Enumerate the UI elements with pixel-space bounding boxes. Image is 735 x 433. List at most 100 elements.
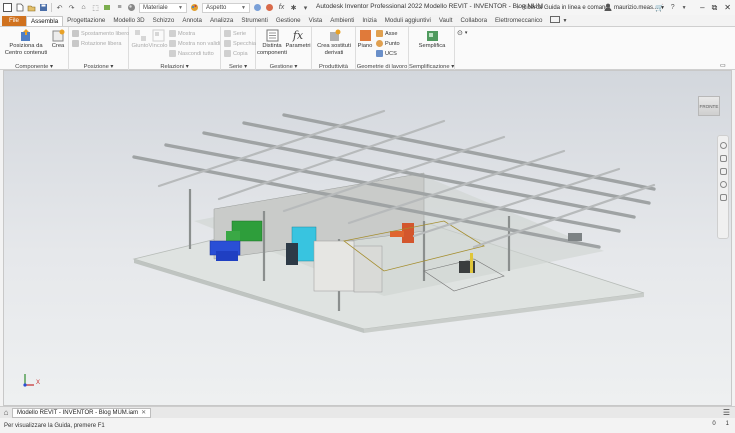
tab-inizia[interactable]: Inizia bbox=[358, 16, 380, 26]
tab-file[interactable]: File bbox=[2, 16, 26, 26]
point-icon bbox=[376, 40, 383, 47]
joint-label: Giunto bbox=[131, 43, 149, 49]
ucs-button[interactable]: UCS bbox=[376, 50, 397, 57]
parameters-button[interactable]: fx Parametri bbox=[285, 29, 310, 50]
tab-strumenti[interactable]: Strumenti bbox=[237, 16, 271, 26]
undo-icon[interactable]: ↶ bbox=[55, 3, 64, 12]
ribbon-options-button[interactable]: ⊙ ▾ bbox=[457, 29, 467, 37]
simplify-button[interactable]: Semplifica bbox=[415, 29, 449, 50]
tab-annota[interactable]: Annota bbox=[178, 16, 206, 26]
panel-componente: Posiziona da Centro contenuti Crea Compo… bbox=[0, 27, 69, 71]
tab-schizzo[interactable]: Schizzo bbox=[149, 16, 179, 26]
document-tab[interactable]: Modello REVIT - INVENTOR - Blog MUM.iam … bbox=[12, 407, 152, 418]
copy-label: Copia bbox=[233, 50, 248, 57]
app-menu-icon[interactable] bbox=[3, 3, 12, 12]
ribbon-collapse-button[interactable]: ▭ bbox=[720, 62, 726, 69]
ucs-icon bbox=[376, 50, 383, 57]
show-invalid-icon bbox=[169, 40, 176, 47]
tab-gestione[interactable]: Gestione bbox=[272, 16, 305, 26]
panel-produttivita: Crea sostituti derivati Produttività bbox=[312, 27, 356, 71]
status-bar: Per visualizzare la Guida, premere F1 0 … bbox=[0, 418, 735, 433]
free-move-button[interactable]: Spostamento libero bbox=[72, 30, 129, 37]
properties-icon[interactable]: ≡ bbox=[115, 3, 124, 12]
appearance-dropdown[interactable]: Aspetto ▼ bbox=[202, 2, 250, 13]
constraint-button[interactable]: Vincolo bbox=[149, 29, 167, 50]
show-invalid-label: Mostra non validi bbox=[178, 40, 221, 47]
ribbon-tabs: File Assembla Progettazione Modello 3D S… bbox=[0, 15, 735, 26]
menu-icon[interactable]: ☰ bbox=[723, 408, 730, 417]
orbit-icon[interactable] bbox=[719, 181, 727, 188]
appearance-icon bbox=[190, 3, 199, 12]
tab-collabora[interactable]: Collabora bbox=[457, 16, 491, 26]
clear-appearance-icon[interactable] bbox=[253, 3, 262, 12]
close-button[interactable]: ✕ bbox=[724, 3, 731, 12]
help-search-label: Ricerca Guida in linea e comandi bbox=[522, 4, 611, 11]
pan-icon[interactable] bbox=[719, 155, 727, 162]
update-icon[interactable] bbox=[103, 3, 112, 12]
material-dropdown[interactable]: Materiale ▼ bbox=[139, 2, 187, 13]
show-button[interactable]: Mostra bbox=[169, 30, 195, 37]
ribbon-options-icon: ⊙ bbox=[457, 30, 463, 37]
place-from-content-center-button[interactable]: Posiziona da Centro contenuti bbox=[4, 29, 48, 56]
home-icon[interactable]: ⌂ bbox=[79, 3, 88, 12]
pattern-button[interactable]: Serie bbox=[224, 30, 246, 37]
tab-assembla[interactable]: Assembla bbox=[25, 16, 64, 26]
tab-progettazione[interactable]: Progettazione bbox=[63, 16, 109, 26]
graphics-viewport[interactable]: FRONTE X bbox=[3, 70, 732, 406]
save-icon[interactable] bbox=[39, 3, 48, 12]
joint-button[interactable]: Giunto bbox=[131, 29, 149, 50]
quick-access-toolbar: ↶ ↷ ⌂ ⬚ ≡ Materiale ▼ Aspetto ▼ fx ✱ ▾ bbox=[0, 0, 310, 15]
tab-analizza[interactable]: Analizza bbox=[206, 16, 237, 26]
hide-all-icon bbox=[169, 50, 176, 57]
axis-button[interactable]: Asse bbox=[376, 30, 397, 37]
open-icon[interactable] bbox=[27, 3, 36, 12]
create-substitutes-button[interactable]: Crea sostituti derivati bbox=[314, 29, 354, 56]
settings-icon[interactable]: ✱ bbox=[289, 3, 298, 12]
free-rotate-button[interactable]: Rotazione libera bbox=[72, 40, 121, 47]
chevron-down-icon: ▼ bbox=[178, 4, 183, 11]
tab-elettromeccanico[interactable]: Elettromeccanico bbox=[491, 16, 546, 26]
plane-button[interactable]: Piano bbox=[357, 29, 373, 50]
mirror-button[interactable]: Specchia bbox=[224, 40, 256, 47]
tab-extra[interactable]: ▼ bbox=[546, 15, 571, 26]
panel-serie: Serie Specchia Copia Serie ▾ bbox=[221, 27, 256, 71]
viewcube[interactable]: FRONTE bbox=[698, 96, 720, 116]
cart-icon[interactable]: 🛒 bbox=[655, 4, 664, 12]
redo-icon[interactable]: ↷ bbox=[67, 3, 76, 12]
close-icon[interactable]: ✕ bbox=[141, 409, 146, 416]
copy-button[interactable]: Copia bbox=[224, 50, 248, 57]
hide-all-button[interactable]: Nascondi tutto bbox=[169, 50, 214, 57]
full-navigation-wheel-icon[interactable] bbox=[719, 142, 727, 149]
create-label: Crea bbox=[51, 43, 65, 49]
tab-vault[interactable]: Vault bbox=[435, 16, 457, 26]
tab-moduli-aggiuntivi[interactable]: Moduli aggiuntivi bbox=[381, 16, 435, 26]
place-from-content-center-label: Posiziona da Centro contenuti bbox=[4, 43, 48, 56]
restore-button[interactable]: ⧉ bbox=[712, 3, 718, 13]
adjust-icon[interactable] bbox=[265, 3, 274, 12]
help-icon[interactable]: ? bbox=[671, 4, 675, 11]
title-bar: ↶ ↷ ⌂ ⬚ ≡ Materiale ▼ Aspetto ▼ fx ✱ ▾ A… bbox=[0, 0, 735, 15]
point-button[interactable]: Punto bbox=[376, 40, 400, 47]
minimize-button[interactable]: – bbox=[700, 3, 704, 12]
home-icon[interactable]: ⌂ bbox=[0, 407, 12, 418]
parameters-fx-icon[interactable]: fx bbox=[277, 3, 286, 12]
help-search[interactable]: › Ricerca Guida in linea e comandi bbox=[517, 2, 610, 13]
bill-of-materials-button[interactable]: Distinta componenti bbox=[257, 29, 287, 56]
customize-icon[interactable]: ▾ bbox=[301, 3, 310, 12]
axis-icon bbox=[376, 30, 383, 37]
select-icon[interactable]: ⬚ bbox=[91, 3, 100, 12]
window-controls: – ⧉ ✕ bbox=[700, 1, 731, 14]
look-at-icon[interactable] bbox=[719, 194, 727, 201]
zoom-icon[interactable] bbox=[719, 168, 727, 175]
tab-vista[interactable]: Vista bbox=[305, 16, 327, 26]
create-component-button[interactable]: Crea bbox=[49, 29, 67, 50]
tab-ambienti[interactable]: Ambienti bbox=[326, 16, 358, 26]
tab-modello-3d[interactable]: Modello 3D bbox=[109, 16, 148, 26]
chevron-down-icon[interactable]: ▼ bbox=[682, 5, 687, 11]
plane-label: Piano bbox=[357, 43, 373, 49]
show-invalid-button[interactable]: Mostra non validi bbox=[169, 40, 220, 47]
status-count-a: 0 bbox=[712, 421, 716, 427]
new-icon[interactable] bbox=[15, 3, 24, 12]
free-rotate-label: Rotazione libera bbox=[81, 40, 122, 47]
bom-icon bbox=[266, 29, 278, 42]
